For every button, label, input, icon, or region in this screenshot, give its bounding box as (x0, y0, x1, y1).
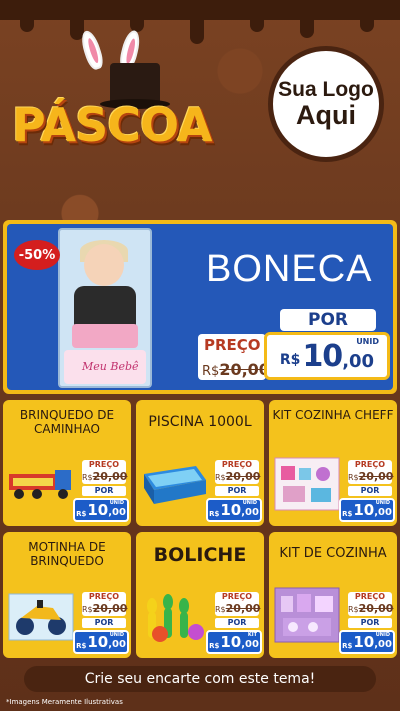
old-price-tag: PREÇO R$20,00 (198, 334, 270, 380)
product-card[interactable]: BOLICHE PREÇO R$20,00 POR KIT R$ 10,00 (136, 532, 264, 658)
product-name: BOLICHE (153, 544, 247, 566)
logo-placeholder[interactable]: Sua Logo Aqui (268, 46, 384, 162)
old-price-tag: PREÇO R$20,00 (82, 460, 128, 484)
product-card[interactable]: PISCINA 1000L PREÇO R$20,00 POR UNID R$ 10… (136, 400, 264, 526)
chocolate-drip (0, 0, 400, 44)
sale-price-tag: UNID R$ 10,00 (73, 498, 129, 522)
sale-price-tag: KIT R$ 10,00 (206, 630, 262, 654)
product-name: KIT COZINHA CHEFF (272, 408, 394, 422)
sale-price-tag: UNID R$ 10,00 (339, 498, 395, 522)
sale-price-tag: UNID R$ 10,00 (73, 630, 129, 654)
product-card[interactable]: KIT DE COZINHA PREÇO R$20,00 POR UNID R$ 1… (269, 532, 397, 658)
old-price-tag: PREÇO R$20,00 (215, 460, 261, 484)
product-card[interactable]: BRINQUEDO DE CAMINHAO PREÇO R$20,00 POR … (3, 400, 131, 526)
kitchen-set-image (274, 587, 340, 643)
cta-banner[interactable]: Crie seu encarte com este tema! (24, 666, 376, 692)
kitchen-kit-image (274, 457, 340, 511)
por-label: POR (280, 309, 376, 331)
currency: R$ (279, 352, 301, 368)
sale-price-tag: UNID R$ 10,00 (339, 630, 395, 654)
doll-product-image: Meu Bebê (58, 228, 152, 388)
price-cents: ,00 (342, 350, 375, 372)
product-name: MOTINHA DE BRINQUEDO (28, 540, 106, 569)
page-title: PÁSCOA (12, 98, 212, 152)
por-label: POR (82, 486, 126, 496)
price-integer: 10 (302, 338, 343, 374)
featured-product-name: BONECA (206, 248, 373, 290)
toy-motorcycle-image (8, 593, 74, 641)
old-price-tag: PREÇO R$20,00 (82, 592, 128, 616)
old-price-tag: PREÇO R$20,00 (348, 592, 394, 616)
preco-label: PREÇO (204, 336, 261, 354)
pool-image (144, 466, 206, 504)
sale-price-tag: UNID R$ 10 ,00 (264, 332, 390, 380)
discount-badge: -50% (14, 240, 60, 270)
por-label: POR (348, 618, 392, 628)
product-name: KIT DE COZINHA (279, 546, 387, 561)
logo-line-2: Aqui (296, 99, 356, 130)
unit-label: UNID (356, 337, 379, 346)
box-brand: Meu Bebê (82, 360, 139, 373)
por-label: POR (215, 486, 259, 496)
por-label: POR (348, 486, 392, 496)
bowling-set-image (147, 594, 204, 642)
sale-price-tag: UNID R$ 10,00 (206, 498, 262, 522)
toy-truck-image (9, 470, 71, 499)
disclaimer: *Imagens Meramente Ilustrativas (6, 698, 123, 706)
old-price-tag: PREÇO R$20,00 (348, 460, 394, 484)
product-name: BRINQUEDO DE CAMINHAO (19, 408, 115, 437)
por-label: POR (82, 618, 126, 628)
old-price: R$20,00 (202, 360, 270, 379)
product-card[interactable]: MOTINHA DE BRINQUEDO PREÇO R$20,00 POR U… (3, 532, 131, 658)
product-name: PISCINA 1000L (148, 414, 252, 430)
product-card[interactable]: KIT COZINHA CHEFF PREÇO R$20,00 POR UNID… (269, 400, 397, 526)
logo-line-1: Sua Logo (278, 77, 374, 101)
old-price-tag: PREÇO R$20,00 (215, 592, 261, 616)
por-label: POR (215, 618, 259, 628)
